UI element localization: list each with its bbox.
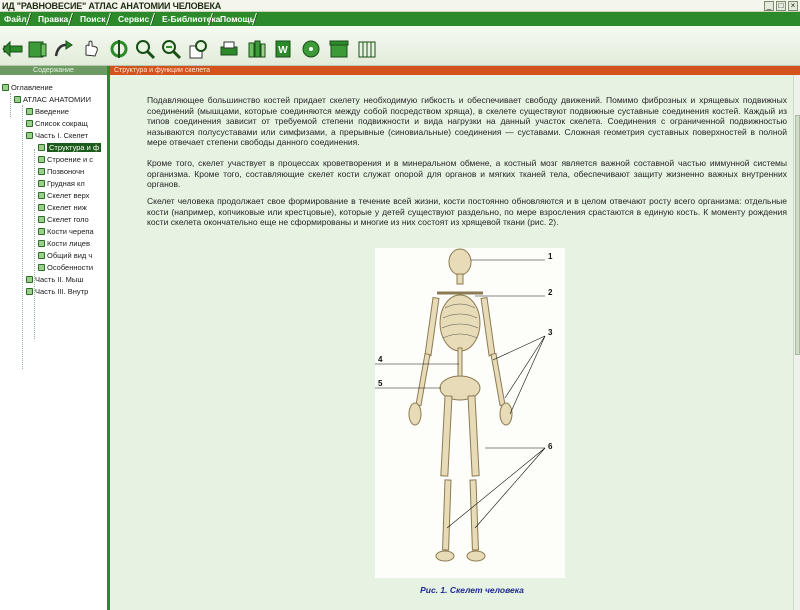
paragraph: Подавляющее большинство костей придает с… (147, 95, 787, 147)
page-icon (26, 120, 33, 127)
menu-bar: Файл Правка Поиск Сервис Е-Библиотека По… (0, 12, 800, 26)
vertical-scrollbar[interactable] (793, 75, 800, 610)
page-icon (38, 204, 45, 211)
page-icon (38, 216, 45, 223)
tree-item-part1[interactable]: Часть I. Скелет (26, 131, 88, 141)
tree-item-upper-limb[interactable]: Скелет верх (38, 191, 89, 201)
contents-tree: Оглавление АТЛАС АНАТОМИИ Введение Списо… (0, 75, 107, 610)
archive-icon[interactable] (328, 38, 350, 60)
figure-label: 3 (548, 328, 553, 337)
toolbar: W (0, 26, 800, 66)
menu-service[interactable]: Сервис (118, 12, 149, 26)
anchor-icon[interactable] (108, 38, 130, 60)
tree-item-atlas[interactable]: АТЛАС АНАТОМИИ (14, 95, 91, 105)
page-icon (38, 264, 45, 271)
zoom-search-icon[interactable] (160, 38, 182, 60)
maximize-button[interactable]: □ (776, 1, 786, 11)
tree-item-facial-bones[interactable]: Кости лицев (38, 239, 90, 249)
tree-item-part2[interactable]: Часть II. Мыш (26, 275, 83, 285)
tree-item-lower-limb[interactable]: Скелет ниж (38, 203, 87, 213)
article-page: Подавляющее большинство костей придает с… (112, 75, 793, 610)
page-icon (38, 180, 45, 187)
paragraph: Кроме того, скелет участвует в процессах… (147, 158, 787, 189)
menu-file[interactable]: Файл (4, 12, 27, 26)
content-header: Структура и функции скелета (110, 66, 800, 75)
hand-pointer-icon[interactable] (80, 38, 102, 60)
window-title: ИД "РАВНОВЕСИЕ" АТЛАС АНАТОМИИ ЧЕЛОВЕКА (2, 1, 222, 11)
page-icon (38, 252, 45, 259)
tree-line (10, 93, 11, 117)
tree-item-bone-structure[interactable]: Строение и с (38, 155, 93, 165)
books-icon[interactable] (246, 38, 268, 60)
page-icon (38, 240, 45, 247)
figure-caption: Рис. 1. Скелет человека (420, 585, 524, 595)
page-icon (38, 192, 45, 199)
window-controls: _ □ × (764, 1, 798, 11)
figure-label: 6 (548, 442, 553, 451)
content-area: Структура и функции скелета Подавляющее … (110, 66, 800, 610)
book-icon[interactable] (26, 38, 48, 60)
tree-item-abbreviations[interactable]: Список сокращ (26, 119, 88, 129)
tree-item-intro[interactable]: Введение (26, 107, 69, 117)
tree-item-root[interactable]: Оглавление (2, 83, 53, 93)
zoom-in-icon[interactable] (134, 38, 156, 60)
tree-item-general-view[interactable]: Общий вид ч (38, 251, 92, 261)
cd-disc-icon[interactable] (300, 38, 322, 60)
print-icon[interactable] (218, 38, 240, 60)
menu-separator (106, 13, 115, 25)
page-icon (38, 228, 45, 235)
tree-item-spine[interactable]: Позвоночн (38, 167, 84, 177)
book-icon (2, 84, 9, 91)
paragraph: Скелет человека продолжает свое формиров… (147, 196, 787, 227)
figure-label: 4 (378, 355, 383, 364)
tree-item-features[interactable]: Особенности (38, 263, 93, 273)
skeleton-drawing (375, 248, 546, 562)
close-button[interactable]: × (788, 1, 798, 11)
tree-item-skull-bones[interactable]: Кости черепа (38, 227, 94, 237)
minimize-button[interactable]: _ (764, 1, 774, 11)
menu-separator (150, 13, 159, 25)
tree-item-head-skeleton[interactable]: Скелет голо (38, 215, 89, 225)
book-icon (14, 96, 21, 103)
forward-arrow-icon[interactable] (52, 38, 74, 60)
svg-text:W: W (278, 45, 288, 56)
page-icon (38, 168, 45, 175)
figure-label: 5 (378, 379, 383, 388)
skeleton-illustration (375, 248, 565, 578)
menu-help[interactable]: Помощь (220, 12, 255, 26)
menu-separator (68, 13, 77, 25)
tree-line (34, 149, 35, 339)
page-icon (38, 156, 45, 163)
menu-search[interactable]: Поиск (80, 12, 106, 26)
book-icon (26, 132, 33, 139)
menu-edit[interactable]: Правка (38, 12, 68, 26)
scrollbar-thumb[interactable] (795, 115, 800, 355)
page-icon (26, 108, 33, 115)
library-icon[interactable] (356, 38, 378, 60)
menu-separator (26, 13, 35, 25)
page-icon (38, 144, 45, 151)
book-icon (26, 276, 33, 283)
title-bar: ИД "РАВНОВЕСИЕ" АТЛАС АНАТОМИИ ЧЕЛОВЕКА … (0, 0, 800, 12)
tree-item-part3[interactable]: Часть III. Внутр (26, 287, 88, 297)
zoom-page-icon[interactable] (188, 38, 210, 60)
book-icon (26, 288, 33, 295)
contents-panel: Содержание Оглавление АТЛАС АНАТОМИИ Вве… (0, 66, 110, 610)
contents-panel-header: Содержание (0, 66, 107, 75)
figure-label: 2 (548, 288, 553, 297)
tree-item-structure[interactable]: Структура и ф (38, 143, 102, 153)
back-arrow-icon[interactable] (2, 38, 24, 60)
word-icon[interactable]: W (272, 38, 294, 60)
tree-item-chest[interactable]: Грудная кл (38, 179, 85, 189)
figure-label: 1 (548, 252, 553, 261)
tree-line (22, 105, 23, 369)
